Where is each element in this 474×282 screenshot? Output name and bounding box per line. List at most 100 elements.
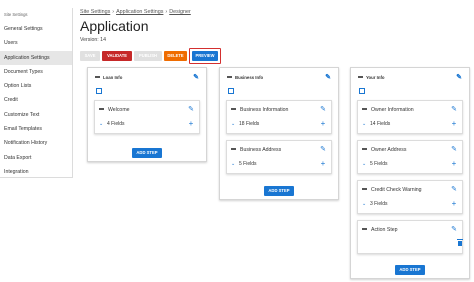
chevron-down-icon[interactable]: ⌄ bbox=[231, 159, 239, 169]
sidebar-item-document-types[interactable]: Document Types bbox=[0, 65, 72, 79]
drag-handle-icon[interactable] bbox=[358, 75, 363, 78]
section-title: Welcome bbox=[108, 107, 130, 113]
chevron-down-icon[interactable]: ⌄ bbox=[362, 119, 370, 129]
plus-icon[interactable]: + bbox=[450, 119, 458, 129]
step-column-business-info: Business Info ✎ Business Information ✎ ⌄… bbox=[219, 67, 339, 200]
section-title: Business Information bbox=[240, 107, 289, 113]
plus-icon[interactable]: + bbox=[450, 199, 458, 209]
publish-button[interactable]: PUBLISH bbox=[134, 51, 162, 61]
field-count: 4 Fields bbox=[107, 121, 125, 127]
save-button[interactable]: SAVE bbox=[80, 51, 100, 61]
section-card-owner-address: Owner Address ✎ ⌄ 5 Fields + bbox=[357, 140, 463, 174]
drag-handle-icon[interactable] bbox=[362, 107, 367, 110]
section-card-welcome: Welcome ✎ ⌄ 4 Fields + bbox=[94, 100, 200, 134]
section-title: Credit Check Warning bbox=[371, 187, 422, 193]
section-title: Business Address bbox=[240, 147, 282, 153]
section-card-credit-check-warning: Credit Check Warning ✎ ⌄ 3 Fields + bbox=[357, 180, 463, 214]
section-title-row: Business Address ✎ bbox=[231, 145, 327, 155]
pencil-icon[interactable]: ✎ bbox=[455, 74, 463, 82]
pencil-icon[interactable]: ✎ bbox=[450, 226, 458, 234]
drag-handle-icon[interactable] bbox=[231, 147, 236, 150]
pencil-icon[interactable]: ✎ bbox=[319, 146, 327, 154]
drag-handle-icon[interactable] bbox=[362, 147, 367, 150]
plus-icon[interactable]: + bbox=[319, 119, 327, 129]
drag-handle-icon[interactable] bbox=[95, 75, 100, 78]
pencil-icon[interactable]: ✎ bbox=[450, 186, 458, 194]
field-count: 5 Fields bbox=[239, 161, 257, 167]
trash-body bbox=[458, 241, 462, 246]
step-name: Business Info bbox=[235, 75, 264, 80]
drag-handle-icon[interactable] bbox=[362, 227, 367, 230]
field-count: 3 Fields bbox=[370, 201, 388, 207]
field-count: 14 Fields bbox=[370, 121, 391, 127]
drag-handle-icon[interactable] bbox=[362, 187, 367, 190]
pencil-icon[interactable]: ✎ bbox=[319, 106, 327, 114]
step-column-your-info: Your Info ✎ Owner Information ✎ ⌄ 14 Fiel… bbox=[350, 67, 470, 279]
drag-handle-icon[interactable] bbox=[227, 75, 232, 78]
expand-icon[interactable] bbox=[359, 88, 365, 94]
pencil-icon[interactable]: ✎ bbox=[324, 74, 332, 82]
sidebar-item-option-lists[interactable]: Option Lists bbox=[0, 79, 72, 93]
add-step-button[interactable]: ADD STEP bbox=[264, 186, 294, 196]
section-title: Owner Information bbox=[371, 107, 414, 113]
add-step-button[interactable]: ADD STEP bbox=[132, 148, 162, 158]
section-title-row: Owner Information ✎ bbox=[362, 105, 458, 115]
settings-sidebar: Site Settings General Settings Users App… bbox=[0, 8, 73, 178]
section-fields-row: ⌄ 3 Fields + bbox=[362, 199, 458, 209]
chevron-down-icon[interactable]: ⌄ bbox=[362, 199, 370, 209]
field-count: 18 Fields bbox=[239, 121, 260, 127]
section-title: Action Step bbox=[371, 227, 398, 233]
sidebar-item-credit[interactable]: Credit bbox=[0, 93, 72, 107]
chevron-down-icon[interactable]: ⌄ bbox=[99, 119, 107, 129]
validate-button[interactable]: VALIDATE bbox=[102, 51, 132, 61]
sidebar-item-notification-history[interactable]: Notification History bbox=[0, 136, 72, 150]
sidebar-title: Site Settings bbox=[4, 12, 28, 17]
sidebar-item-customize-text[interactable]: Customize Text bbox=[0, 108, 72, 122]
sidebar-item-data-export[interactable]: Data Export bbox=[0, 151, 72, 165]
drag-handle-icon[interactable] bbox=[231, 107, 236, 110]
section-fields-row: ⌄ 14 Fields + bbox=[362, 119, 458, 129]
sidebar-item-general-settings[interactable]: General Settings bbox=[0, 22, 72, 36]
section-card-owner-information: Owner Information ✎ ⌄ 14 Fields + bbox=[357, 100, 463, 134]
sidebar-item-integration[interactable]: Integration bbox=[0, 165, 72, 179]
step-header: Loan Info ✎ bbox=[95, 73, 200, 83]
section-title-row: Owner Address ✎ bbox=[362, 145, 458, 155]
pencil-icon[interactable]: ✎ bbox=[192, 74, 200, 82]
step-header: Your Info ✎ bbox=[358, 73, 463, 83]
add-step-button[interactable]: ADD STEP bbox=[395, 265, 425, 275]
section-fields-row: ⌄ 4 Fields + bbox=[99, 119, 195, 129]
plus-icon[interactable]: + bbox=[450, 159, 458, 169]
preview-button[interactable]: PREVIEW bbox=[192, 51, 218, 61]
pencil-icon[interactable]: ✎ bbox=[450, 106, 458, 114]
expand-icon[interactable] bbox=[96, 88, 102, 94]
delete-button[interactable]: DELETE bbox=[164, 51, 187, 61]
sidebar-item-email-templates[interactable]: Email Templates bbox=[0, 122, 72, 136]
chevron-down-icon[interactable]: ⌄ bbox=[231, 119, 239, 129]
section-fields-row: ⌄ 18 Fields + bbox=[231, 119, 327, 129]
section-title-row: Business Information ✎ bbox=[231, 105, 327, 115]
version-label: Version: 14 bbox=[80, 37, 106, 43]
section-card-business-information: Business Information ✎ ⌄ 18 Fields + bbox=[226, 100, 332, 134]
page-title: Application bbox=[80, 18, 149, 34]
breadcrumb-separator: › bbox=[165, 9, 168, 15]
drag-handle-icon[interactable] bbox=[99, 107, 104, 110]
breadcrumb-site-settings[interactable]: Site Settings bbox=[80, 9, 110, 15]
sidebar-item-users[interactable]: Users bbox=[0, 36, 72, 50]
breadcrumb-designer[interactable]: Designer bbox=[169, 9, 191, 15]
pencil-icon[interactable]: ✎ bbox=[187, 106, 195, 114]
plus-icon[interactable]: + bbox=[319, 159, 327, 169]
breadcrumb-application-settings[interactable]: Application Settings bbox=[116, 9, 163, 15]
expand-icon[interactable] bbox=[228, 88, 234, 94]
sidebar-item-application-settings[interactable]: Application Settings bbox=[0, 50, 72, 65]
section-card-action-step: Action Step ✎ bbox=[357, 220, 463, 254]
step-name: Loan Info bbox=[103, 75, 123, 80]
section-title-row: Credit Check Warning ✎ bbox=[362, 185, 458, 195]
trash-icon[interactable] bbox=[457, 239, 463, 246]
plus-icon[interactable]: + bbox=[187, 119, 195, 129]
chevron-down-icon[interactable]: ⌄ bbox=[362, 159, 370, 169]
field-count: 5 Fields bbox=[370, 161, 388, 167]
pencil-icon[interactable]: ✎ bbox=[450, 146, 458, 154]
section-title-row: Action Step ✎ bbox=[362, 225, 458, 235]
step-name: Your Info bbox=[366, 75, 385, 80]
section-fields-row: ⌄ 5 Fields + bbox=[362, 159, 458, 169]
